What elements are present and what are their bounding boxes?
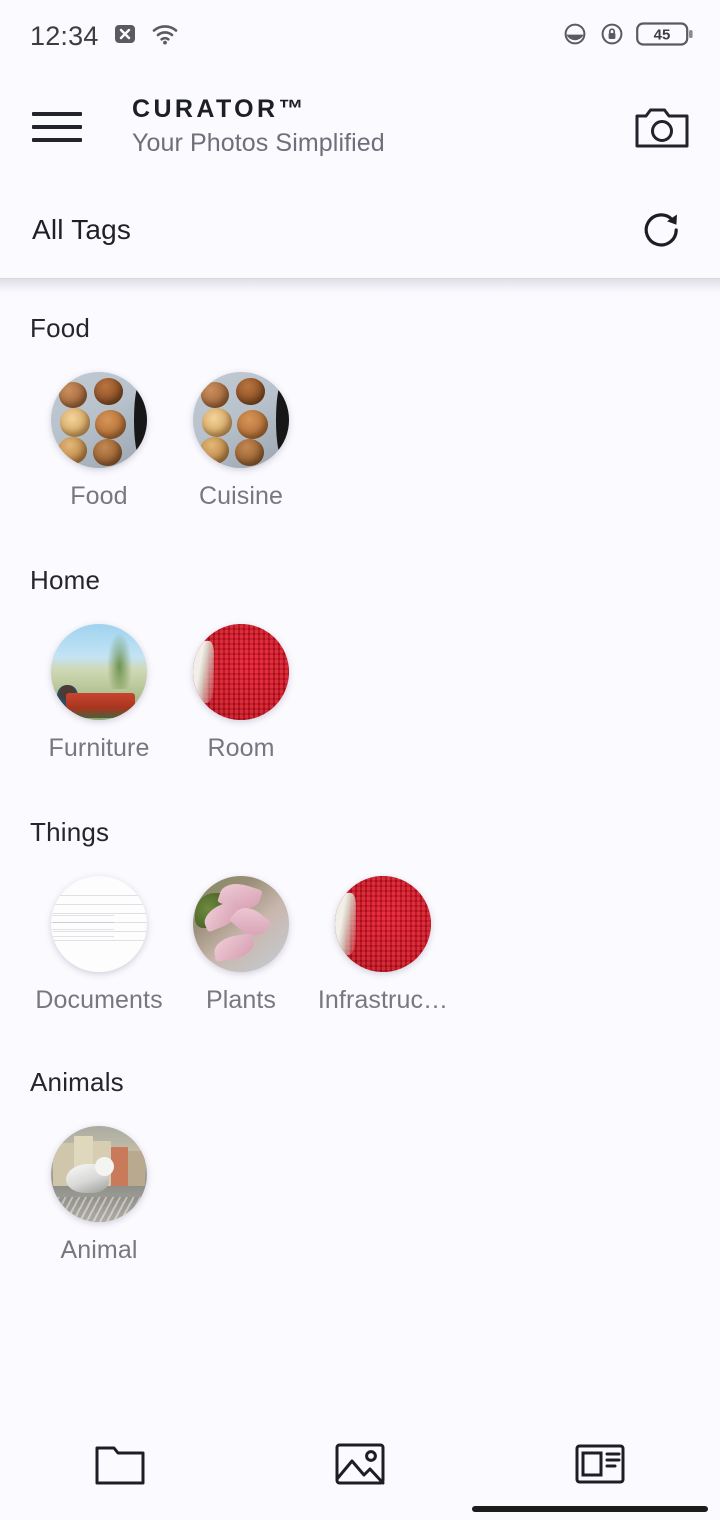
tag-thumbnail [51,624,147,720]
gallery-image-icon [334,1439,386,1492]
tag-section-food: Food Food Cuisine [0,293,720,511]
tag-label: Documents [35,986,163,1014]
section-title: Food [30,313,91,343]
thumbnail-wrapper [51,624,147,720]
outdoor-bench-image [51,624,147,720]
refresh-icon[interactable] [632,202,688,258]
all-tags-title: All Tags [32,214,132,245]
tag-label: Animal [60,1236,138,1264]
muffin-tray-image [51,372,147,468]
status-bar: 12:34 45 [0,0,720,72]
tag-section-home: Home Furniture Room [0,511,720,763]
tag-item-cuisine[interactable]: Cuisine [170,372,312,511]
tag-thumbnail [51,876,147,972]
section-title: Things [30,817,110,847]
folder-icon [94,1440,146,1491]
tag-thumbnail [193,876,289,972]
nav-gallery-button[interactable] [240,1410,480,1520]
article-card-icon [574,1439,626,1492]
nav-folder-button[interactable] [0,1410,240,1520]
thumbnail-wrapper [51,1126,147,1222]
tag-row: Animal [0,1126,720,1265]
tag-item-room[interactable]: Room [170,624,312,763]
tag-row: Food Cuisine [0,372,720,511]
tag-item-animal[interactable]: Animal [28,1126,170,1265]
tags-bar-shadow [0,279,720,293]
hamburger-menu-icon[interactable] [32,105,82,149]
app-header: CURATOR™ Your Photos Simplified [0,72,720,182]
pink-blossom-image [193,876,289,972]
tag-thumbnail [335,876,431,972]
red-knit-image [193,624,289,720]
thumbnail-wrapper [193,624,289,720]
app-root: 12:34 45 CURATOR™ Your Photos Simplified… [0,0,720,1520]
nav-articles-button[interactable] [480,1410,720,1520]
battery-level-text: 45 [654,26,671,43]
app-subtitle: Your Photos Simplified [132,129,385,158]
muffin-tray-image [193,372,289,468]
tag-item-food[interactable]: Food [28,372,170,511]
tag-item-documents[interactable]: Documents [28,876,170,1015]
tag-section-animals: Animals Animal [0,1015,720,1265]
section-title: Home [30,565,101,595]
red-knit-image [335,876,431,972]
tag-item-furniture[interactable]: Furniture [28,624,170,763]
status-clock: 12:34 [30,20,99,51]
bottom-navigation-bar [0,1410,720,1520]
seagull-harbor-image [51,1126,147,1222]
section-title: Animals [30,1067,124,1097]
rotation-lock-icon [599,21,625,52]
no-sim-x-icon [112,21,138,52]
tag-label: Infrastruc… [317,986,449,1014]
wifi-icon [151,21,179,52]
document-page-image [51,876,147,972]
tag-label: Plants [205,986,277,1014]
dark-theme-icon [562,21,588,52]
tag-thumbnail [51,1126,147,1222]
hamburger-line [32,138,82,142]
tag-row: Furniture Room [0,624,720,763]
all-tags-bar: All Tags [0,182,720,279]
camera-icon[interactable] [632,99,692,155]
android-gesture-bar[interactable] [472,1506,708,1512]
tag-label: Cuisine [198,482,284,510]
thumbnail-wrapper [335,876,431,972]
tag-item-plants[interactable]: Plants [170,876,312,1015]
tag-thumbnail [193,372,289,468]
tag-label: Room [207,734,275,762]
thumbnail-wrapper [51,876,147,972]
hamburger-line [32,112,82,116]
battery-icon: 45 [636,20,694,53]
app-title: CURATOR™ [132,94,307,123]
status-bar-left: 12:34 [30,21,179,52]
thumbnail-wrapper [51,372,147,468]
thumbnail-wrapper [193,372,289,468]
tag-item-infrastructure[interactable]: Infrastruc… [312,876,454,1015]
tag-label: Furniture [48,734,150,762]
tag-sections-scroll[interactable]: Food Food Cuisine Home Furniture Room Th… [0,293,720,1410]
tag-label: Food [70,482,128,510]
tag-thumbnail [193,624,289,720]
hamburger-line [32,125,82,129]
tag-thumbnail [51,372,147,468]
tag-section-things: Things Documents Plants Infrastruc… [0,763,720,1015]
tag-row: Documents Plants Infrastruc… [0,876,720,1015]
status-bar-right: 45 [562,20,694,53]
thumbnail-wrapper [193,876,289,972]
brand-block: CURATOR™ Your Photos Simplified [132,94,632,158]
